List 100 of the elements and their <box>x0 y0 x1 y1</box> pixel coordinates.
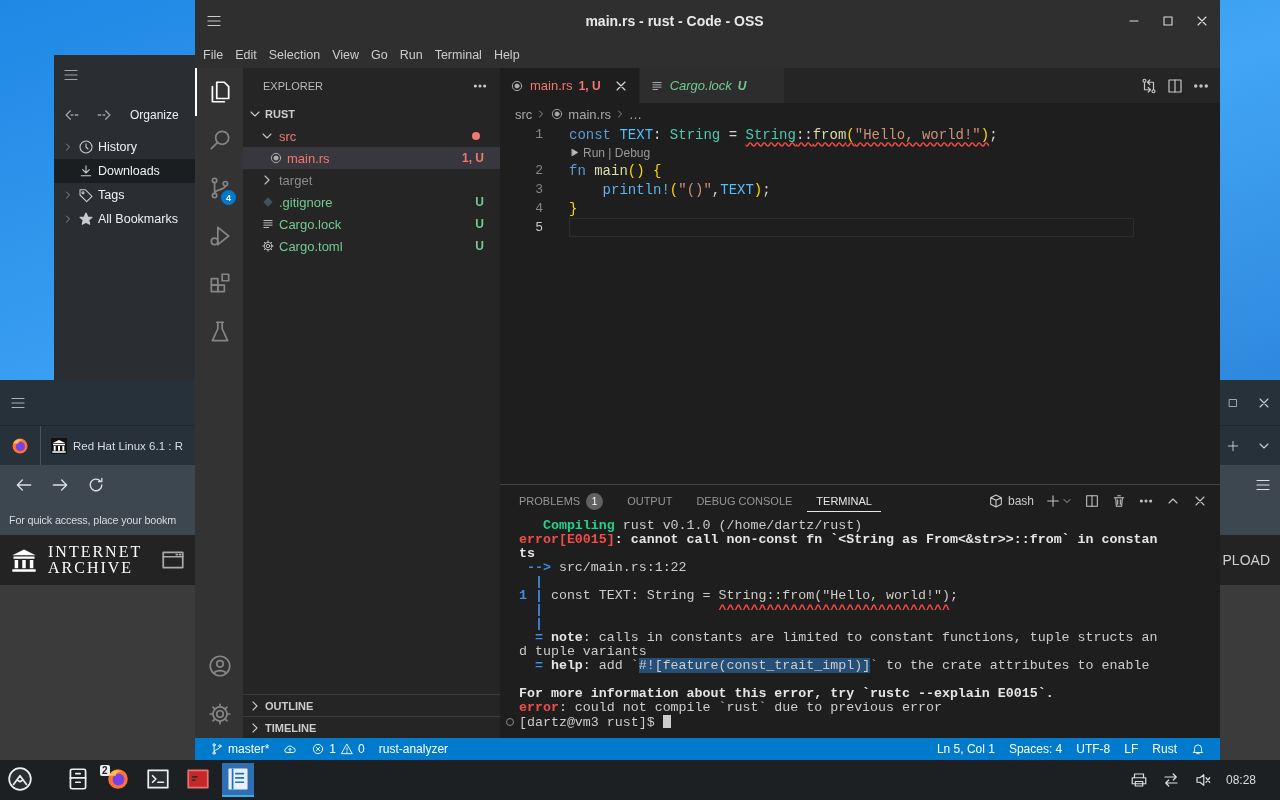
menu-item[interactable]: Help <box>487 48 526 62</box>
code-lens[interactable]: Run | Debug <box>583 145 651 160</box>
git-status: U <box>475 195 484 209</box>
branch-icon <box>210 742 224 756</box>
compare-icon[interactable] <box>1140 76 1158 95</box>
play-icon[interactable] <box>569 147 580 158</box>
code-line: fn main() { <box>569 162 662 179</box>
browser-tab[interactable]: Red Hat Linux 6.1 : R <box>51 437 183 454</box>
count-badge: 2 <box>100 765 110 776</box>
file-name: main.rs <box>287 150 330 166</box>
terminal-line: error[E0015]: cannot call non-const fn `<String as From<&str>>::from` in constan <box>519 533 1159 547</box>
plus-icon[interactable] <box>1045 492 1061 509</box>
menu-item[interactable]: Edit <box>229 48 263 62</box>
tree-item[interactable]: .gitignore U <box>243 191 500 213</box>
terminal-line: | <box>533 617 544 631</box>
place-item[interactable]: History <box>54 135 195 159</box>
cloud-icon <box>283 742 298 756</box>
place-item[interactable]: Tags <box>54 183 195 207</box>
breadcrumb[interactable]: main.rs <box>550 106 611 122</box>
menu-item[interactable]: Selection <box>262 48 327 62</box>
terminal-line: --> src/main.rs:1:22 <box>525 561 688 575</box>
status-item[interactable]: Rust <box>1147 742 1182 756</box>
printer-icon[interactable] <box>1129 771 1148 789</box>
terminal-icon <box>145 766 171 792</box>
diamond-icon <box>261 195 275 209</box>
count-badge: 1 <box>586 492 604 510</box>
panel-tab[interactable]: PROBLEMS 1 <box>510 486 613 515</box>
code-line: println!("()",TEXT); <box>601 181 771 198</box>
terminal-line: = note: calls in constants are limited to constant functions, tuple structs an <box>533 631 1159 645</box>
status-item[interactable]: LF <box>1119 742 1144 756</box>
ring-icon <box>550 107 565 121</box>
account-icon <box>207 653 233 679</box>
file-name: src <box>279 128 297 144</box>
upload-link[interactable]: PLOAD <box>1222 552 1270 568</box>
muted-speaker-icon[interactable] <box>1193 771 1212 789</box>
building-icon <box>51 437 67 454</box>
place-label: Tags <box>98 188 125 202</box>
tab-label: Cargo.lock <box>669 78 732 93</box>
breadcrumb[interactable]: src <box>515 106 533 122</box>
terminal-prompt: [dartz@vm3 rust]$ <box>519 715 1220 729</box>
clock-icon <box>78 139 94 155</box>
place-item[interactable]: Downloads <box>54 159 195 183</box>
tree-item[interactable]: target <box>243 169 500 191</box>
menu-item[interactable]: View <box>326 48 365 62</box>
trash-icon[interactable] <box>1111 492 1127 509</box>
panel-tab[interactable]: TERMINAL <box>807 489 881 512</box>
tree-item[interactable]: src <box>243 125 500 147</box>
section-header[interactable]: OUTLINE <box>243 694 500 716</box>
panel-tab[interactable]: DEBUG CONSOLE <box>687 489 802 512</box>
folder-name: RUST <box>265 108 295 120</box>
terminal-selector[interactable]: bash <box>987 492 1034 509</box>
file-name: target <box>279 172 313 188</box>
terminal-line: | ^^^^^^^^^^^^^^^^^^^^^^^^^^^^^ <box>533 603 951 617</box>
place-label: History <box>98 140 137 154</box>
taskbar-button[interactable]: 2 <box>102 763 134 797</box>
line-number: 3 <box>534 182 544 197</box>
panel-title: EXPLORER <box>263 79 323 92</box>
terminal-line: | <box>533 575 544 589</box>
site-title: INTERNET <box>48 544 143 560</box>
cube-icon <box>987 492 1004 509</box>
panel-tab[interactable]: OUTPUT <box>618 489 682 512</box>
lines-icon <box>261 217 275 231</box>
tree-item[interactable]: Cargo.lock U <box>243 213 500 235</box>
problems-status[interactable]: 1 0 <box>306 742 370 756</box>
line-number: 5 <box>534 220 544 235</box>
menu-item[interactable]: Terminal <box>428 48 488 62</box>
place-item[interactable]: All Bookmarks <box>54 207 195 231</box>
file-name: .gitignore <box>279 194 333 210</box>
terminal-line: For more information about this error, try `rustc --explain E0015`. <box>519 687 1055 701</box>
split-icon[interactable] <box>1166 76 1184 95</box>
menu-item[interactable]: Run <box>393 48 429 62</box>
place-label: All Bookmarks <box>98 212 178 226</box>
status-item[interactable]: Ln 5, Col 1 <box>931 742 1000 756</box>
gear-icon <box>261 239 275 253</box>
folder-header[interactable]: RUST <box>243 103 500 125</box>
editor-tab[interactable]: Cargo.lock U <box>639 68 786 103</box>
settings-icon <box>207 701 233 727</box>
site-title: ARCHIVE <box>48 560 135 576</box>
bell-icon <box>1191 742 1205 756</box>
document-icon <box>225 766 251 792</box>
section-title: OUTLINE <box>265 699 314 712</box>
editor-tab[interactable]: main.rs 1, U <box>500 68 640 103</box>
status-item[interactable]: rust-analyzer <box>373 742 454 756</box>
split-icon[interactable] <box>1084 492 1100 509</box>
breadcrumb[interactable]: … <box>628 106 642 122</box>
clock: 08:28 <box>1225 773 1256 787</box>
activity-button[interactable]: 4 <box>195 164 243 212</box>
organize-button[interactable]: Organize <box>130 108 179 122</box>
tab-title: Red Hat Linux 6.1 : R <box>73 439 183 452</box>
status-item[interactable]: UTF-8 <box>1071 742 1116 756</box>
git-status: 1, U <box>578 78 601 93</box>
maximize-icon[interactable] <box>1160 13 1176 29</box>
menu-item[interactable]: File <box>197 48 230 62</box>
new-tab-icon[interactable] <box>1226 438 1240 453</box>
branch-status[interactable]: master* <box>205 742 275 756</box>
tree-item[interactable]: main.rs 1, U <box>243 147 500 169</box>
tree-item[interactable]: Cargo.toml U <box>243 235 500 257</box>
menu-item[interactable]: Go <box>365 48 394 62</box>
status-item[interactable]: Spaces: 4 <box>1003 742 1068 756</box>
line-number: 4 <box>534 201 544 216</box>
